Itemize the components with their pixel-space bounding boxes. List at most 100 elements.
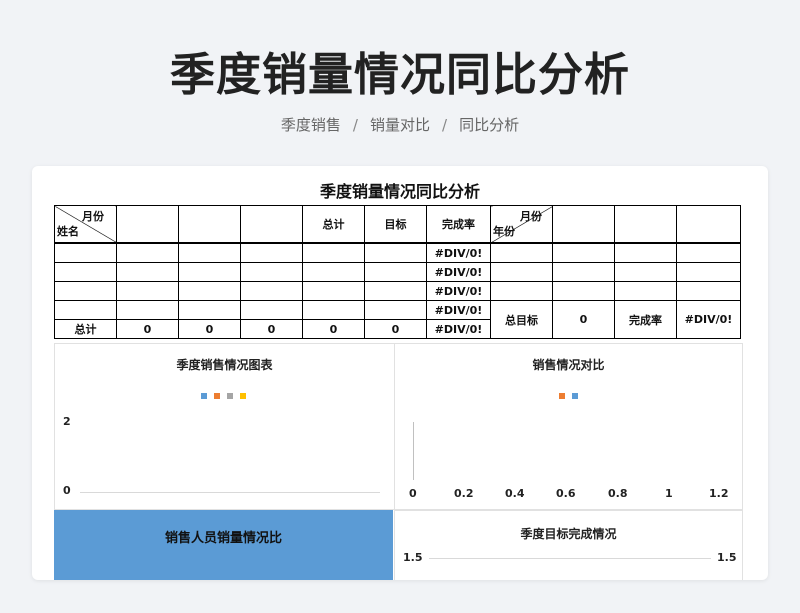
rate-cell[interactable]: #DIV/0! xyxy=(426,319,491,339)
total-target-value-cell[interactable]: 0 xyxy=(552,300,615,339)
x-tick-label: 0.8 xyxy=(608,487,628,500)
total-value-cell[interactable]: 0 xyxy=(302,319,365,339)
table-cell[interactable] xyxy=(552,281,615,301)
y-tick-label: 1.5 xyxy=(403,551,423,564)
y-tick-label: 2 xyxy=(63,415,71,428)
page-title: 季度销量情况同比分析 xyxy=(169,48,630,101)
legend-swatch xyxy=(214,393,220,399)
total-header-cell[interactable]: 总计 xyxy=(302,205,365,244)
quarter-sales-chart[interactable]: 季度销售情况图表 2 0 xyxy=(54,343,395,510)
rate-cell[interactable]: #DIV/0! xyxy=(426,281,491,301)
legend-swatch xyxy=(240,393,246,399)
y-axis-line xyxy=(413,422,414,480)
chart-title: 季度目标完成情况 xyxy=(520,527,617,541)
sales-table: 月份 姓名 总计 目标 完成率 月份 年份 #DIV/0! #DIV/0! #D… xyxy=(54,205,741,339)
x-tick-label: 1 xyxy=(665,487,673,500)
table-cell[interactable] xyxy=(552,205,615,244)
table-cell[interactable] xyxy=(178,262,241,282)
breadcrumb: 季度销售 / 销量对比 / 同比分析 xyxy=(0,114,800,135)
table-cell[interactable] xyxy=(54,262,117,282)
table-cell[interactable] xyxy=(302,300,365,320)
table-cell[interactable] xyxy=(240,300,303,320)
table-cell[interactable] xyxy=(364,262,427,282)
total-row-label[interactable]: 总计 xyxy=(54,319,117,339)
table-cell[interactable] xyxy=(490,262,553,282)
table-cell[interactable] xyxy=(490,281,553,301)
corner-name-label: 姓名 xyxy=(57,225,79,238)
table-cell[interactable] xyxy=(614,242,677,263)
overall-rate-label-cell[interactable]: 完成率 xyxy=(614,300,677,339)
table-cell[interactable] xyxy=(552,242,615,263)
corner-header-cell[interactable]: 月份 姓名 xyxy=(54,205,117,244)
total-value-cell[interactable]: 0 xyxy=(116,319,179,339)
table-row: #DIV/0! xyxy=(54,242,741,263)
table-cell[interactable] xyxy=(676,281,741,301)
table-cell[interactable] xyxy=(178,242,241,263)
rate-cell[interactable]: #DIV/0! xyxy=(426,242,491,263)
quarter-target-chart[interactable]: 季度目标完成情况 1.5 1.5 xyxy=(394,510,743,580)
total-target-label-cell[interactable]: 总目标 xyxy=(490,300,553,339)
table-cell[interactable] xyxy=(614,205,677,244)
breadcrumb-item[interactable]: 同比分析 xyxy=(459,116,519,134)
table-cell[interactable] xyxy=(676,242,741,263)
table-cell[interactable] xyxy=(178,205,241,244)
x-tick-label: 0.2 xyxy=(454,487,474,500)
table-cell[interactable] xyxy=(116,242,179,263)
staff-sales-chart[interactable]: 销售人员销量情况比 xyxy=(54,510,393,580)
table-cell[interactable] xyxy=(116,205,179,244)
corner-month-label: 月份 xyxy=(82,210,104,223)
table-cell[interactable] xyxy=(240,205,303,244)
table-cell[interactable] xyxy=(614,281,677,301)
chart-title: 销售人员销量情况比 xyxy=(164,531,282,546)
table-cell[interactable] xyxy=(240,242,303,263)
x-tick-label: 0 xyxy=(409,487,417,500)
breadcrumb-separator: / xyxy=(442,116,448,134)
rate-cell[interactable]: #DIV/0! xyxy=(426,262,491,282)
table-cell[interactable] xyxy=(364,300,427,320)
total-value-cell[interactable]: 0 xyxy=(178,319,241,339)
table-cell[interactable] xyxy=(178,300,241,320)
table-cell[interactable] xyxy=(614,262,677,282)
rate-header-cell[interactable]: 完成率 xyxy=(426,205,491,244)
sheet-title: 季度销量情况同比分析 xyxy=(319,182,480,201)
breadcrumb-separator: / xyxy=(352,116,358,134)
breadcrumb-item[interactable]: 销量对比 xyxy=(370,116,430,134)
x-tick-label: 1.2 xyxy=(709,487,729,500)
spreadsheet-preview-card: 季度销量情况同比分析 月份 姓名 总计 目标 完成率 月份 年份 #DIV/0!… xyxy=(32,166,768,580)
table-row: #DIV/0! xyxy=(54,281,741,301)
total-value-cell[interactable]: 0 xyxy=(364,319,427,339)
x-axis-line xyxy=(80,492,380,493)
table-header-row: 月份 姓名 总计 目标 完成率 月份 年份 xyxy=(54,205,741,244)
table-cell[interactable] xyxy=(240,281,303,301)
table-cell[interactable] xyxy=(364,242,427,263)
overall-rate-value-cell[interactable]: #DIV/0! xyxy=(676,300,741,339)
rate-cell[interactable]: #DIV/0! xyxy=(426,300,491,320)
corner2-year-label: 年份 xyxy=(493,225,515,238)
table-cell[interactable] xyxy=(302,281,365,301)
total-value-cell[interactable]: 0 xyxy=(240,319,303,339)
table-cell[interactable] xyxy=(676,262,741,282)
breadcrumb-item[interactable]: 季度销售 xyxy=(281,116,341,134)
table-row: #DIV/0! xyxy=(54,262,741,282)
table-cell[interactable] xyxy=(302,262,365,282)
table-cell[interactable] xyxy=(54,281,117,301)
legend-swatch xyxy=(201,393,207,399)
table-cell[interactable] xyxy=(302,242,365,263)
table-cell[interactable] xyxy=(54,300,117,320)
table-cell[interactable] xyxy=(116,281,179,301)
table-cell[interactable] xyxy=(490,242,553,263)
table-cell[interactable] xyxy=(364,281,427,301)
table-cell[interactable] xyxy=(552,262,615,282)
corner2-header-cell[interactable]: 月份 年份 xyxy=(490,205,553,244)
table-cell[interactable] xyxy=(676,205,741,244)
table-cell[interactable] xyxy=(116,300,179,320)
y-tick-label: 0 xyxy=(63,484,71,497)
table-cell[interactable] xyxy=(54,242,117,263)
table-cell[interactable] xyxy=(116,262,179,282)
table-cell[interactable] xyxy=(240,262,303,282)
sales-compare-chart[interactable]: 销售情况对比 0 0.2 0.4 0.6 0.8 1 1.2 xyxy=(394,343,743,510)
target-header-cell[interactable]: 目标 xyxy=(364,205,427,244)
legend-swatch xyxy=(559,393,565,399)
table-cell[interactable] xyxy=(178,281,241,301)
chart-legend xyxy=(201,393,246,399)
